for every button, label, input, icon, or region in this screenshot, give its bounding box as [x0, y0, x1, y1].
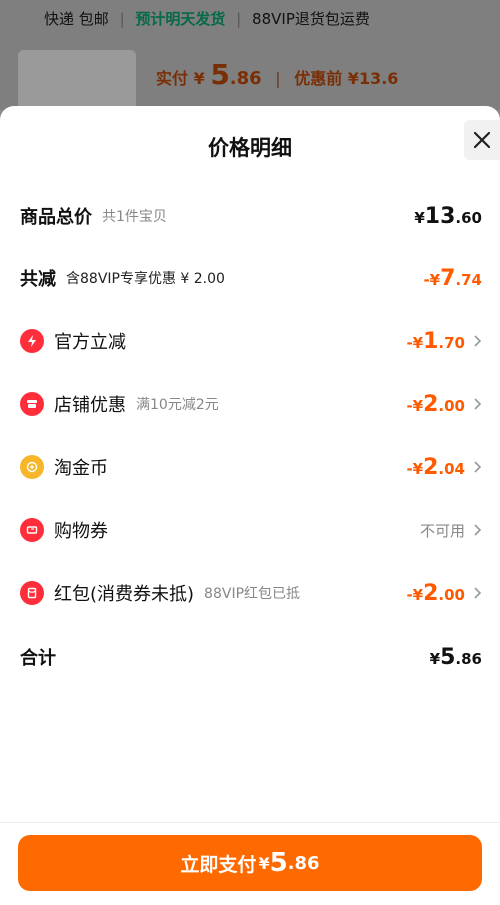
voucher-status: 不可用 — [419, 521, 465, 540]
total-row: 商品总价 共1件宝贝 ¥13.60 — [20, 201, 482, 231]
voucher-row[interactable]: 购物券 不可用 — [20, 515, 482, 545]
reduce-amount: -¥7.74 — [423, 265, 482, 291]
official-discount-row[interactable]: 官方立减 -¥1.70 — [20, 326, 482, 356]
sheet-title: 价格明细 — [208, 136, 292, 160]
coin-label: 淘金币 — [54, 458, 108, 479]
shop-sub: 满10元减2元 — [136, 397, 219, 413]
ticket-icon — [20, 518, 44, 542]
close-icon — [473, 131, 491, 149]
pay-label: 立即支付 — [180, 853, 257, 876]
paid-currency: ¥ — [193, 69, 205, 88]
shop-icon — [20, 392, 44, 416]
pay-currency: ¥ — [258, 853, 270, 873]
reduce-row: 共减 含88VIP专享优惠 ¥ 2.00 -¥7.74 — [20, 263, 482, 293]
chevron-right-icon — [474, 587, 482, 599]
close-button[interactable] — [464, 120, 500, 160]
shipping-info: 快递 包邮 | 预计明天发货 | 88VIP退货包运费 — [44, 10, 370, 28]
total-label: 商品总价 — [20, 207, 92, 228]
shipping-eta: 预计明天发货 — [135, 10, 226, 28]
sum-label: 合计 — [20, 648, 56, 669]
paid-dec: .86 — [229, 68, 262, 89]
red-packet-label: 红包(消费券未抵) — [54, 584, 195, 605]
pay-int: 5 — [269, 848, 288, 878]
chevron-right-icon — [474, 461, 482, 473]
price-detail-sheet: 价格明细 商品总价 共1件宝贝 ¥13.60 共减 含88VIP专享优惠 ¥ 2… — [0, 106, 500, 905]
lightning-icon — [20, 329, 44, 353]
sum-amount: ¥5.86 — [429, 644, 482, 670]
price-before: 优惠前 ¥13.6 — [294, 69, 399, 88]
shop-label: 店铺优惠 — [54, 395, 126, 416]
chevron-right-icon — [474, 335, 482, 347]
shop-discount-row[interactable]: 店铺优惠 满10元减2元 -¥2.00 — [20, 389, 482, 419]
voucher-label: 购物券 — [54, 521, 108, 542]
official-label: 官方立减 — [54, 332, 126, 353]
coin-amount: -¥2.04 — [406, 454, 465, 480]
pay-now-button[interactable]: 立即支付 ¥ 5 .86 — [18, 835, 482, 891]
paid-price: 实付 ¥ 5.86 | 优惠前 ¥13.6 — [156, 58, 399, 91]
pay-dec: .86 — [287, 852, 320, 874]
shipping-express: 快递 包邮 — [44, 10, 109, 28]
red-packet-amount: -¥2.00 — [406, 580, 465, 606]
red-packet-sub: 88VIP红包已抵 — [204, 586, 301, 602]
chevron-right-icon — [474, 524, 482, 536]
background-page: 快递 包邮 | 预计明天发货 | 88VIP退货包运费 实付 ¥ 5.86 | … — [0, 0, 500, 110]
total-amount: ¥13.60 — [414, 203, 482, 229]
coin-row[interactable]: 淘金币 -¥2.04 — [20, 452, 482, 482]
paid-int: 5 — [210, 58, 230, 91]
shipping-return: 88VIP退货包运费 — [252, 10, 370, 28]
sum-row: 合计 ¥5.86 — [20, 642, 482, 672]
chevron-right-icon — [474, 398, 482, 410]
official-amount: -¥1.70 — [406, 328, 465, 354]
footer-divider — [0, 822, 500, 823]
red-packet-row[interactable]: 红包(消费券未抵) 88VIP红包已抵 -¥2.00 — [20, 578, 482, 608]
reduce-label: 共减 — [20, 269, 56, 290]
shop-amount: -¥2.00 — [406, 391, 465, 417]
red-packet-icon — [20, 581, 44, 605]
reduce-sub: 含88VIP专享优惠 ¥ 2.00 — [66, 271, 225, 287]
product-thumbnail — [18, 50, 136, 110]
total-sub: 共1件宝贝 — [102, 209, 167, 225]
paid-label: 实付 — [156, 69, 189, 88]
coin-icon — [20, 455, 44, 479]
